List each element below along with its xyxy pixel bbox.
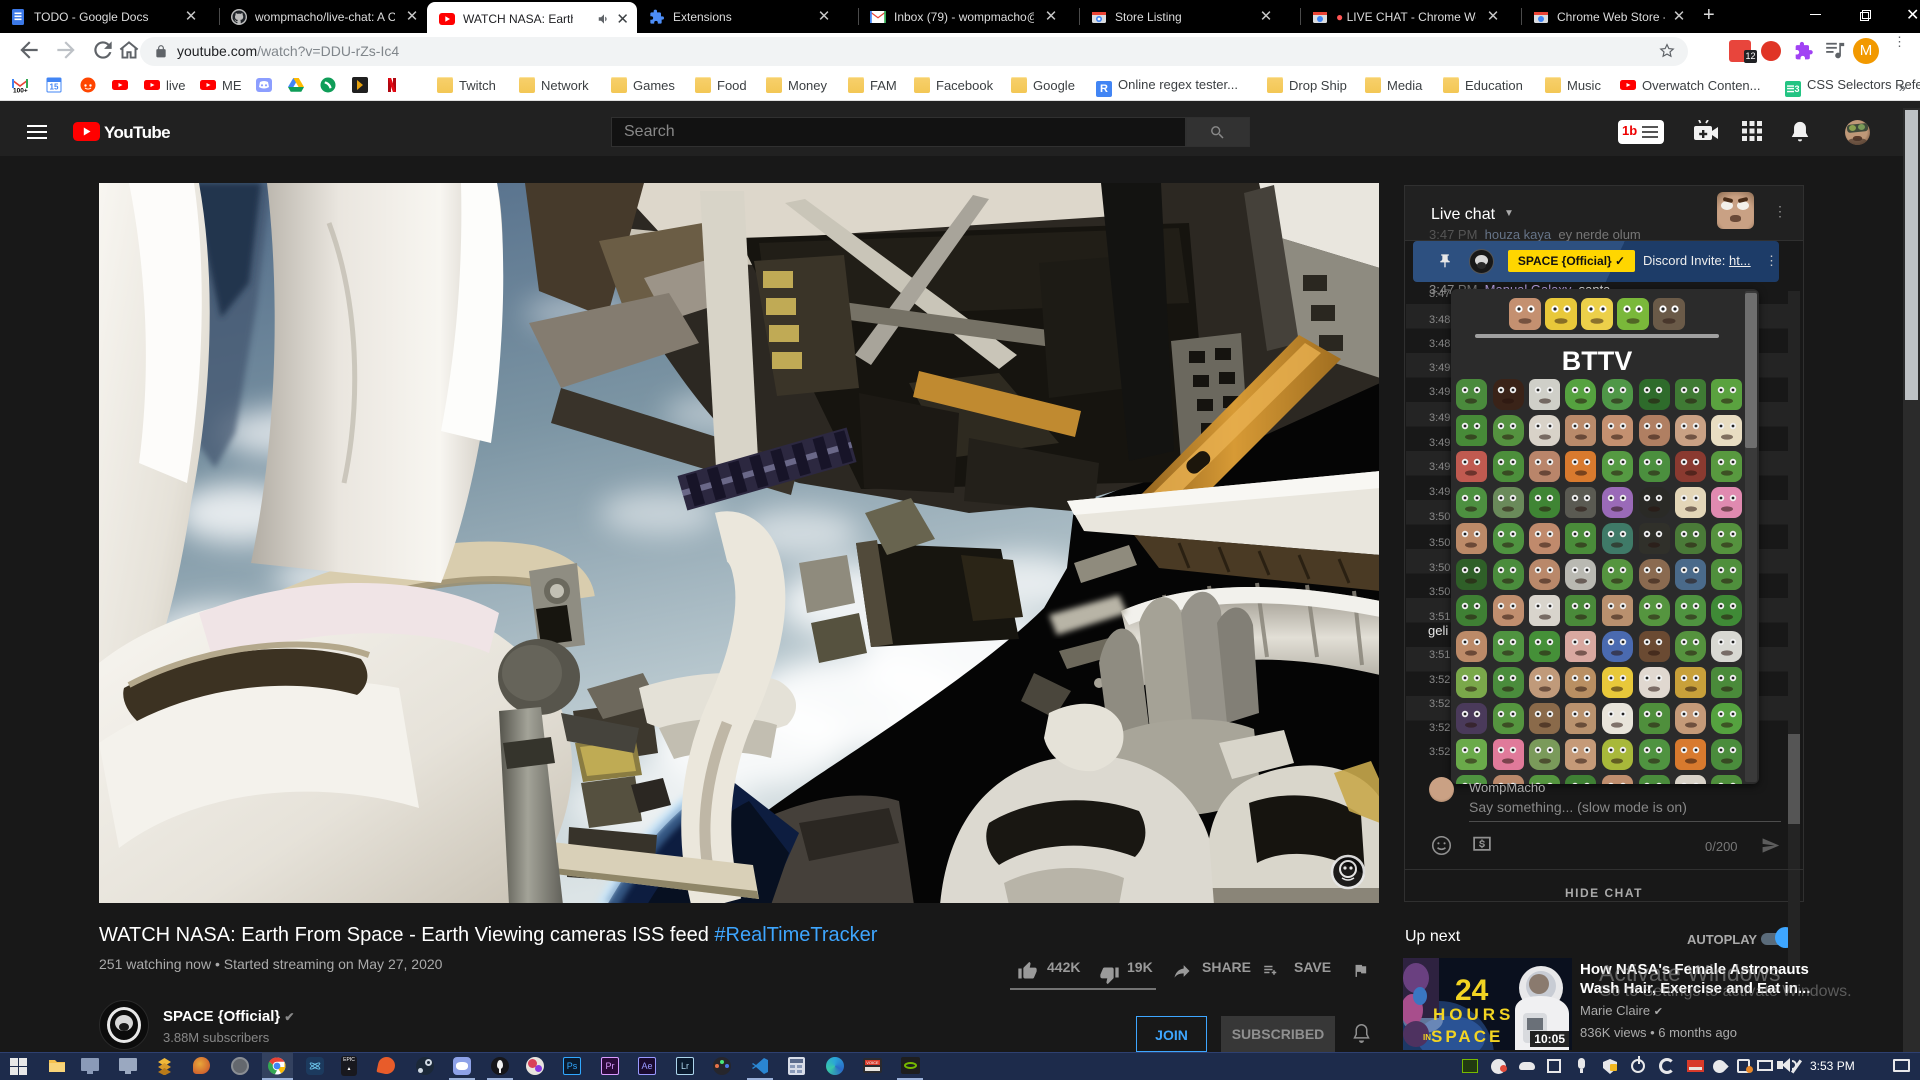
svg-text:24: 24 — [1455, 974, 1489, 1007]
svg-text:15: 15 — [50, 83, 59, 92]
svg-text:SPACE: SPACE — [1431, 1027, 1503, 1046]
svg-text:BTTV: BTTV — [1562, 346, 1633, 376]
svg-text:IN: IN — [1423, 1033, 1431, 1042]
svg-text:100+: 100+ — [13, 88, 28, 94]
svg-text:HOURS: HOURS — [1433, 1005, 1514, 1024]
